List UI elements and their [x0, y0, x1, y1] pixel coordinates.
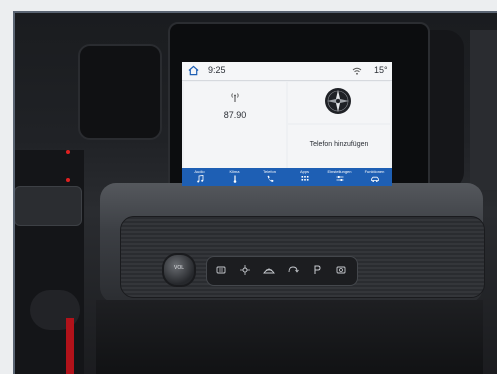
- music-note-icon: [196, 175, 203, 183]
- thermometer-icon: [233, 175, 236, 183]
- rear-defrost-button[interactable]: [213, 262, 229, 278]
- nav-label: Apps: [299, 169, 310, 174]
- apps-grid-icon: [301, 176, 308, 181]
- recirculation-button[interactable]: [285, 262, 301, 278]
- camera-button[interactable]: [333, 262, 349, 278]
- home-icon[interactable]: [188, 65, 199, 76]
- settings-sliders-icon: [336, 176, 343, 181]
- photo-frame: 9:25 15° 87.90 Telefon hinzufügen Audio …: [0, 0, 497, 374]
- auto-fan-icon: [240, 265, 250, 275]
- add-phone-tile[interactable]: Telefon hinzufügen: [288, 125, 390, 168]
- front-defrost-icon: [263, 268, 275, 274]
- rear-defrost-icon: [216, 266, 226, 274]
- air-vent: [78, 44, 162, 140]
- auto-fan-button[interactable]: [237, 262, 253, 278]
- nav-settings[interactable]: Einstellungen: [322, 168, 357, 186]
- frame-border-left: [0, 0, 14, 374]
- steering-stalk: [14, 186, 82, 226]
- status-bar: 9:25 15°: [182, 62, 392, 81]
- add-phone-label: Telefon hinzufügen: [309, 141, 369, 148]
- parking-icon: [314, 265, 321, 274]
- clock: 9:25: [208, 65, 226, 75]
- nav-label: Einstellungen: [327, 169, 352, 174]
- recirculation-icon: [288, 266, 299, 273]
- lower-console: [96, 300, 483, 374]
- right-trim: [470, 30, 497, 190]
- wifi-icon: [352, 67, 362, 75]
- nav-apps[interactable]: Apps: [287, 168, 322, 186]
- radio-tile[interactable]: 87.90: [184, 82, 286, 168]
- infotainment-screen: 9:25 15° 87.90 Telefon hinzufügen Audio …: [182, 62, 392, 186]
- radio-frequency: 87.90: [223, 110, 247, 120]
- nav-label: Telefon: [263, 169, 276, 174]
- nav-features[interactable]: Funktionen: [357, 168, 392, 186]
- frame-line-left: [13, 11, 15, 374]
- parking-button[interactable]: [309, 262, 325, 278]
- vehicle-icon: [370, 176, 379, 182]
- nav-phone[interactable]: Telefon: [252, 168, 287, 186]
- climate-button-bar: [206, 256, 358, 286]
- volume-knob[interactable]: VOL: [162, 253, 196, 287]
- outside-temperature: 15°: [374, 65, 388, 75]
- vol-label: VOL: [173, 265, 184, 271]
- nav-audio[interactable]: Audio: [182, 168, 217, 186]
- red-strap: [66, 318, 74, 374]
- frame-line-top: [14, 11, 497, 13]
- compass-tile[interactable]: [288, 82, 390, 123]
- bottom-nav-bar: Audio Klima Telefon Apps Einstellungen F…: [182, 168, 392, 186]
- nav-label: Funktionen: [364, 169, 385, 174]
- camera-icon: [336, 266, 346, 274]
- front-defrost-button[interactable]: [261, 262, 277, 278]
- nav-label: Audio: [194, 169, 205, 174]
- nav-label: Klima: [229, 169, 240, 174]
- nav-climate[interactable]: Klima: [217, 168, 252, 186]
- phone-icon: [267, 175, 273, 182]
- indicator-led: [66, 150, 70, 154]
- radio-antenna-icon: [231, 93, 239, 102]
- compass-icon: [325, 88, 351, 114]
- indicator-led: [66, 178, 70, 182]
